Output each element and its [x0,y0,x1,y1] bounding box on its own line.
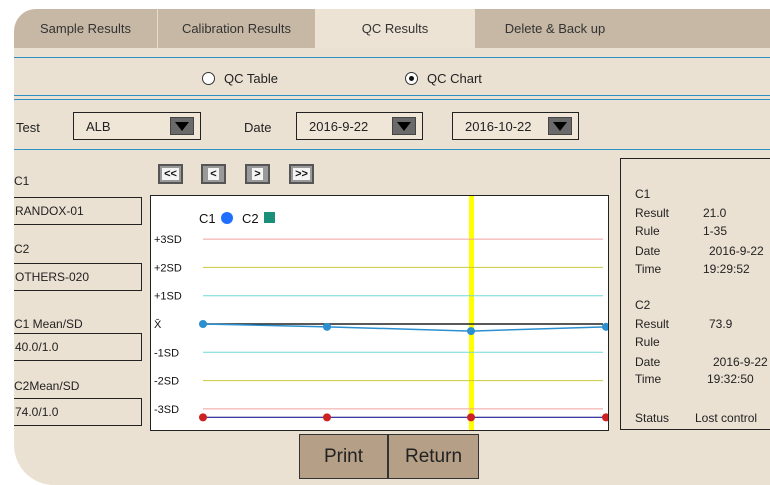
test-value: ALB [86,118,111,134]
y-tick-label: +3SD [154,234,182,246]
prev-page-button[interactable]: < [201,164,226,184]
c1-result-label: Result [635,206,670,220]
series-c1-point [323,322,331,331]
date-from-select[interactable]: 2016-9-22 [296,112,423,140]
c2-meansd-label: C2Mean/SD [14,379,80,393]
c1-meansd-label: C1 Mean/SD [14,317,83,331]
selection-cursor [469,196,474,430]
chevron-down-icon[interactable] [392,117,416,135]
status-label: Status [635,411,670,425]
date-to-value: 2016-10-22 [465,118,532,134]
c2-meansd-field[interactable]: 74.0/1.0 [14,398,142,426]
tab-delete-backup[interactable]: Delete & Back up [475,9,635,48]
tab-calibration-results[interactable]: Calibration Results [157,9,315,48]
c2-time-label: Time [635,372,662,386]
qc-table-label: QC Table [224,71,278,86]
first-page-label: << [162,168,179,180]
y-tick-label: -3SD [154,404,179,416]
qc-chart[interactable]: +3SD +2SD +1SD X̄ -1SD -2SD -3SD C1 C2 [150,195,609,431]
print-button[interactable]: Print [299,434,388,479]
instrument-screen: Sample Results Calibration Results QC Re… [14,9,770,485]
date-from-value: 2016-9-22 [309,118,369,134]
chevron-down-icon[interactable] [548,117,572,135]
c2-time-value: 19:32:50 [707,372,754,386]
series-c2-point [323,413,331,422]
divider [14,99,770,100]
series-c1-point [199,320,207,328]
tab-sample-results[interactable]: Sample Results [14,9,157,48]
return-button[interactable]: Return [388,434,479,479]
y-tick-label: -1SD [154,347,179,359]
c2-control-field[interactable]: OTHERS-020 [14,263,142,291]
series-c2-point [199,413,207,422]
divider [14,95,770,96]
radio-selected-icon [405,72,418,85]
c1-date-label: Date [635,244,661,258]
c2-label: C2 [14,242,30,256]
prev-page-label: < [208,168,219,180]
legend-c1-label: C1 [199,211,216,226]
c2-result-label: Result [635,317,670,331]
legend-c2-marker [264,212,275,223]
tab-qc-results[interactable]: QC Results [315,9,475,48]
next-page-button[interactable]: > [245,164,270,184]
c1-rule-label: Rule [635,224,660,238]
y-tick-label: X̄ [154,318,162,331]
c2-rule-label: Rule [635,335,660,349]
qc-chart-label: QC Chart [427,71,482,86]
c1-result-value: 21.0 [703,206,727,220]
c1-control-field[interactable]: RANDOX-01 [14,197,142,225]
c2-header: C2 [635,298,651,312]
qc-chart-radio[interactable]: QC Chart [405,71,482,86]
c1-header: C1 [635,187,651,201]
date-to-select[interactable]: 2016-10-22 [452,112,579,140]
qc-table-radio[interactable]: QC Table [202,71,278,86]
y-tick-label: +1SD [154,291,182,303]
c1-time-label: Time [635,262,662,276]
first-page-button[interactable]: << [158,164,183,184]
c1-time-value: 19:29:52 [703,262,750,276]
series-c2-point [602,413,608,422]
qc-chart-svg: +3SD +2SD +1SD X̄ -1SD -2SD -3SD C1 C2 [154,196,608,430]
y-tick-label: +2SD [154,262,182,274]
divider [14,57,770,58]
last-page-button[interactable]: >> [289,164,314,184]
last-page-label: >> [293,168,310,180]
c2-date-value: 2016-9-22 [713,355,768,369]
result-details-panel: C1 Result 21.0 Rule 1-35 Date 2016-9-22 … [620,158,770,430]
legend-c2-label: C2 [242,211,259,226]
c1-label: C1 [14,174,30,188]
chevron-down-icon[interactable] [170,117,194,135]
test-select[interactable]: ALB [73,112,201,140]
legend-c1-marker [221,212,233,224]
status-value: Lost control [695,411,758,425]
series-c2-point [467,413,475,422]
series-c1-line [202,323,607,332]
c2-date-label: Date [635,355,661,369]
c2-result-value: 73.9 [709,317,733,331]
date-label: Date [244,120,272,135]
series-c1-point [467,327,475,336]
y-tick-label: -2SD [154,376,179,388]
test-label: Test [16,120,40,135]
radio-circle-icon [202,72,215,85]
c1-meansd-field[interactable]: 40.0/1.0 [14,333,142,361]
c1-rule-value: 1-35 [703,224,728,238]
divider [14,149,770,150]
next-page-label: > [252,168,263,180]
c1-date-value: 2016-9-22 [709,244,764,258]
tab-strip-filler [635,9,770,48]
